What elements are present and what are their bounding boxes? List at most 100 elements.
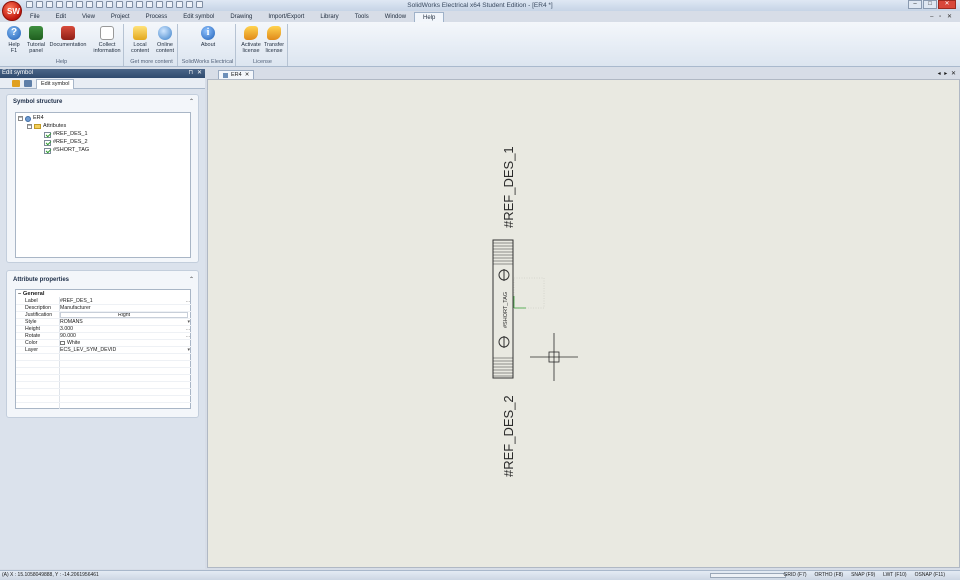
ellipsis-button[interactable]: ... [186, 333, 190, 340]
tree-attributes-folder[interactable]: – Attributes [27, 123, 66, 130]
osnap-toggle[interactable]: OSNAP (F11) [914, 571, 946, 580]
property-value[interactable]: #REF_DES_1 [60, 298, 188, 305]
attribute-icon [44, 139, 51, 146]
app-logo-button[interactable]: SW [2, 1, 22, 21]
tree-item-ref-des-2[interactable]: #REF_DES_2 [44, 139, 88, 146]
document-tab-bar: ER4 ✕ ◂ ▸ ✕ [207, 69, 960, 79]
menu-edit-symbol[interactable]: Edit symbol [175, 12, 222, 22]
property-row-layer[interactable]: Layer ECS_LEV_SYM_DEVID ▾ [16, 347, 192, 354]
property-row-height[interactable]: Height 3.000 ... [16, 326, 192, 333]
menu-window[interactable]: Window [377, 12, 414, 22]
property-value[interactable]: ROMANS [60, 319, 188, 326]
maximize-button[interactable]: □ [923, 0, 937, 9]
window-title: SolidWorks Electrical x64 Student Editio… [407, 2, 553, 9]
collapse-attributes-icon[interactable]: – [27, 124, 32, 129]
menu-library[interactable]: Library [312, 12, 346, 22]
ellipsis-button[interactable]: ... [186, 298, 190, 305]
lwt-toggle[interactable]: LWT (F10) [882, 571, 907, 580]
property-value[interactable]: 3.000 [60, 326, 188, 333]
menu-project[interactable]: Project [103, 12, 138, 22]
ref-des-2-text[interactable]: #REF_DES_2 [501, 395, 516, 477]
property-value[interactable]: Right [60, 312, 188, 318]
symbol-icon [25, 115, 31, 122]
ribbon-group-label-help: Help [55, 59, 68, 65]
menu-drawing[interactable]: Drawing [222, 12, 260, 22]
about-icon: i [201, 26, 215, 40]
local-content-button[interactable]: Local content [126, 26, 154, 54]
symbol-structure-pane: Symbol structure ⌃ – ER4 – Attributes #R… [6, 94, 199, 263]
property-row-empty [16, 382, 192, 389]
folder-icon [34, 124, 41, 129]
terminal-strip-symbol[interactable]: #SHORT_TAG [492, 239, 514, 379]
tree-root[interactable]: – ER4 [18, 115, 44, 122]
online-content-button[interactable]: Online content [151, 26, 179, 54]
ribbon-group-license: Activate license Transfer license Licens… [238, 24, 288, 66]
tree-item-short-tag[interactable]: #SHORT_TAG [44, 147, 89, 154]
property-value[interactable]: ECS_LEV_SYM_DEVID [60, 347, 188, 354]
close-button[interactable]: ✕ [938, 0, 956, 9]
property-row-description[interactable]: Description Manufacturer [16, 305, 192, 312]
property-value[interactable]: 90.000 [60, 333, 188, 340]
menu-tools[interactable]: Tools [347, 12, 377, 22]
collapse-properties-icon[interactable]: ⌃ [189, 276, 194, 283]
property-row-color[interactable]: Color White [16, 340, 192, 347]
menu-view[interactable]: View [74, 12, 103, 22]
attribute-icon [44, 131, 51, 138]
collapse-structure-icon[interactable]: ⌃ [189, 98, 194, 105]
property-row-style[interactable]: Style ROMANS ▾ [16, 319, 192, 326]
property-row-empty [16, 361, 192, 368]
grid-toggle[interactable]: GRID (F7) [782, 571, 807, 580]
menu-import-export[interactable]: Import/Export [260, 12, 312, 22]
documentation-label: Documentation [49, 42, 87, 48]
tab-close-icon[interactable]: ✕ [245, 71, 250, 79]
tab-er4-label: ER4 [231, 72, 242, 78]
property-key: Label [25, 298, 38, 304]
snap-toggle[interactable]: SNAP (F9) [850, 571, 876, 580]
panel-close-icon[interactable]: ✕ [197, 69, 202, 78]
property-row-justification[interactable]: Justification Right [16, 312, 192, 319]
panel-tabs: Edit symbol [0, 78, 205, 89]
ribbon: ? Help F1 Tutorial panel Documentation C… [0, 22, 960, 67]
tree-attributes-label: Attributes [43, 123, 67, 129]
property-group-general[interactable]: – General [18, 291, 44, 297]
transfer-license-button[interactable]: Transfer license [260, 26, 288, 54]
menu-edit[interactable]: Edit [48, 12, 74, 22]
drawing-canvas[interactable]: #REF_DES_1 #REF_DES_2 #SHORT_TAG [207, 79, 960, 568]
menu-file[interactable]: File [22, 12, 48, 22]
property-row-label[interactable]: Label #REF_DES_1 ... [16, 298, 192, 305]
progress-bar [710, 573, 786, 578]
ellipsis-button[interactable]: ... [186, 326, 190, 333]
property-key: Style [25, 319, 37, 325]
minimize-button[interactable]: – [908, 0, 922, 9]
insert-tab-icon[interactable] [24, 80, 32, 87]
tree-item-ref-des-1[interactable]: #REF_DES_1 [44, 131, 88, 138]
property-row-rotate[interactable]: Rotate 90.000 ... [16, 333, 192, 340]
property-key: Justification [25, 312, 53, 318]
property-value[interactable]: Manufacturer [60, 305, 188, 312]
menu-help[interactable]: Help [414, 12, 445, 22]
tab-edit-symbol[interactable]: Edit symbol [36, 79, 75, 89]
tab-navigation[interactable]: ◂ ▸ ✕ [938, 70, 957, 77]
pin-icon[interactable]: ⊓ [188, 69, 193, 78]
components-tab-icon[interactable] [12, 80, 20, 87]
symbol-drawing[interactable]: #REF_DES_1 #REF_DES_2 #SHORT_TAG [208, 80, 960, 569]
transfer-label-2: license [265, 48, 283, 54]
documentation-button[interactable]: Documentation [46, 26, 90, 48]
menu-process[interactable]: Process [138, 12, 176, 22]
ortho-toggle[interactable]: ORTHO (F8) [814, 571, 845, 580]
edit-symbol-panel: Edit symbol ⊓ ✕ Edit symbol Symbol struc… [0, 69, 205, 569]
ref-des-1-text[interactable]: #REF_DES_1 [501, 146, 516, 228]
mdi-window-controls[interactable]: – ▫ ✕ [930, 13, 954, 20]
dropdown-arrow-icon[interactable]: ▾ [187, 347, 190, 354]
dropdown-arrow-icon[interactable]: ▾ [187, 319, 190, 326]
property-key: Rotate [25, 333, 41, 339]
collect-information-button[interactable]: Collect information [90, 26, 124, 54]
short-tag-text[interactable]: #SHORT_TAG [503, 292, 509, 328]
title-bar: SolidWorks Electrical x64 Student Editio… [0, 0, 960, 11]
local-content-icon [133, 26, 147, 40]
about-button[interactable]: i About [194, 26, 222, 48]
property-value-color[interactable]: White [60, 340, 188, 347]
collapse-root-icon[interactable]: – [18, 116, 23, 121]
tab-er4[interactable]: ER4 ✕ [218, 70, 255, 79]
tree-item-label: #SHORT_TAG [53, 147, 90, 153]
